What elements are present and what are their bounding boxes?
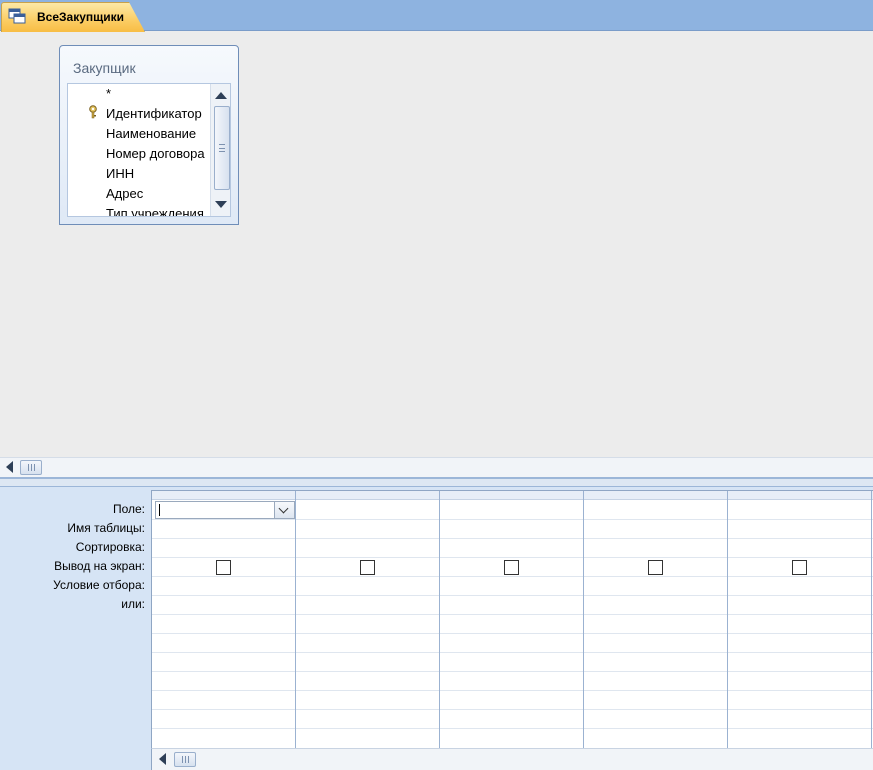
grid-row-divider bbox=[152, 595, 873, 596]
row-label-show: Вывод на экран: bbox=[54, 559, 145, 573]
grid-row-divider bbox=[152, 614, 873, 615]
grid-column-divider bbox=[439, 491, 440, 748]
grip-icon bbox=[182, 756, 189, 763]
row-label-criteria: Условие отбора: bbox=[53, 578, 145, 592]
field-item-naimenovanie[interactable]: Наименование bbox=[106, 126, 196, 141]
row-label-table: Имя таблицы: bbox=[67, 521, 145, 535]
grid-column-divider bbox=[295, 491, 296, 748]
grid-row-divider bbox=[152, 576, 873, 577]
grid-column-divider bbox=[583, 491, 584, 748]
primary-key-icon bbox=[89, 105, 97, 119]
grid-row-divider bbox=[152, 519, 873, 520]
show-checkbox-col-1[interactable] bbox=[216, 560, 231, 575]
grid-column-divider bbox=[871, 491, 872, 748]
grid-column-divider bbox=[727, 491, 728, 748]
field-list-vertical-scrollbar[interactable] bbox=[210, 84, 230, 216]
show-checkbox-col-5[interactable] bbox=[792, 560, 807, 575]
grid-row-divider bbox=[152, 538, 873, 539]
show-checkbox-col-4[interactable] bbox=[648, 560, 663, 575]
scroll-left-arrow-icon[interactable] bbox=[159, 753, 166, 765]
grid-row-divider bbox=[152, 652, 873, 653]
field-dropdown-button[interactable] bbox=[274, 502, 294, 518]
qbe-horizontal-scrollbar[interactable] bbox=[151, 748, 873, 770]
horizontal-scroll-thumb[interactable] bbox=[174, 752, 196, 767]
query-tab[interactable]: ВсеЗакупщики bbox=[1, 2, 145, 32]
grip-icon bbox=[219, 144, 225, 152]
chevron-down-icon bbox=[278, 503, 289, 514]
field-dropdown-col-1[interactable] bbox=[155, 501, 295, 519]
query-tab-label: ВсеЗакупщики bbox=[37, 10, 125, 24]
column-selector-3[interactable] bbox=[440, 491, 584, 500]
pane-splitter[interactable] bbox=[0, 477, 873, 487]
query-design-grid-pane: Поле: Имя таблицы: Сортировка: Вывод на … bbox=[0, 487, 873, 770]
field-item-inn[interactable]: ИНН bbox=[106, 166, 134, 181]
vertical-scroll-thumb[interactable] bbox=[214, 106, 230, 190]
field-item-tip-uchrezhdeniya[interactable]: Тип учреждения bbox=[106, 206, 204, 216]
qbe-grid[interactable] bbox=[151, 490, 873, 748]
column-selector-4[interactable] bbox=[584, 491, 728, 500]
table-field-list-zakupshchik[interactable]: Закупщик * Идентификатор Наименование Но… bbox=[59, 45, 239, 225]
grip-icon bbox=[28, 464, 35, 471]
table-window-title[interactable]: Закупщик bbox=[73, 60, 136, 76]
grid-row-divider bbox=[152, 557, 873, 558]
column-selector-5[interactable] bbox=[728, 491, 873, 500]
row-label-field: Поле: bbox=[112, 502, 145, 516]
grid-row-divider bbox=[152, 671, 873, 672]
text-cursor bbox=[159, 504, 160, 516]
field-item-all[interactable]: * bbox=[106, 86, 111, 101]
show-checkbox-col-2[interactable] bbox=[360, 560, 375, 575]
field-list-body[interactable]: * Идентификатор Наименование Номер догов… bbox=[67, 83, 231, 217]
field-item-identifikator[interactable]: Идентификатор bbox=[106, 106, 202, 121]
grid-row-divider bbox=[152, 633, 873, 634]
grid-row-divider bbox=[152, 709, 873, 710]
design-area-horizontal-scrollbar[interactable] bbox=[0, 457, 873, 477]
row-label-sort: Сортировка: bbox=[75, 540, 145, 554]
grid-row-divider bbox=[152, 728, 873, 729]
query-icon bbox=[8, 8, 26, 24]
field-item-adres[interactable]: Адрес bbox=[106, 186, 143, 201]
scroll-left-arrow-icon[interactable] bbox=[6, 461, 13, 473]
document-tab-bar: ВсеЗакупщики bbox=[0, 0, 873, 32]
column-selector-2[interactable] bbox=[296, 491, 440, 500]
row-label-or: или: bbox=[121, 597, 145, 611]
field-item-nomer-dogovora[interactable]: Номер договора bbox=[106, 146, 205, 161]
column-selector-1[interactable] bbox=[152, 491, 296, 500]
scroll-down-arrow-icon[interactable] bbox=[215, 201, 227, 208]
show-checkbox-col-3[interactable] bbox=[504, 560, 519, 575]
scroll-up-arrow-icon[interactable] bbox=[215, 92, 227, 99]
grid-row-divider bbox=[152, 690, 873, 691]
horizontal-scroll-thumb[interactable] bbox=[20, 460, 42, 475]
